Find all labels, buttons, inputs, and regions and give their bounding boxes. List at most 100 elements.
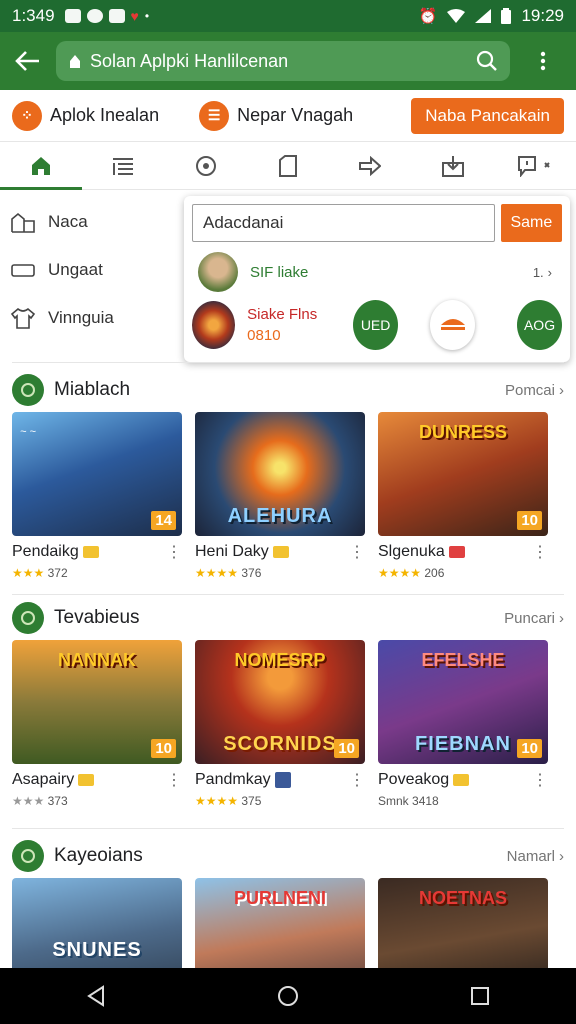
naba-button[interactable]: Naba Pancakain — [411, 97, 564, 134]
rating-count: 206 — [424, 566, 445, 580]
result-value: 1. — [532, 264, 544, 280]
game-art-title: SNUNES — [52, 939, 142, 961]
tab-list[interactable] — [82, 142, 164, 189]
more-vert-icon[interactable]: ⋮ — [532, 770, 548, 790]
tab-install[interactable] — [411, 142, 493, 189]
more-vert-icon[interactable]: ⋮ — [532, 542, 548, 562]
rating-count: 3418 — [412, 794, 439, 808]
popup-action-row: Siake Flns 0810 UED AOG — [192, 300, 563, 350]
drawer-item-naca[interactable]: Naca — [10, 198, 185, 246]
app-bar: Solan Aplpki Hanlilcenan — [0, 32, 576, 90]
rating-prefix: Smnk — [378, 794, 409, 808]
back-button[interactable] — [0, 32, 56, 90]
game-name: Asapairy — [12, 771, 75, 788]
aog-button[interactable]: AOG — [517, 300, 563, 350]
more-label: Namarl — [506, 847, 555, 865]
notification-icons: ♥ • — [64, 8, 149, 24]
game-card[interactable]: NOMESRP SCORNIDS 10 Pandmkay ⋮ ★★★★ 375 — [195, 640, 365, 808]
chip-aplok[interactable]: ⁘ Aplok Inealan — [12, 100, 160, 131]
image-icon — [108, 9, 125, 23]
game-card[interactable]: NANNAK 10 Asapairy ⋮ ★★★ 373 — [12, 640, 182, 808]
section-more-link[interactable]: Puncari › — [504, 610, 564, 627]
rating-count: 372 — [47, 566, 68, 580]
result-name: SIF liake — [250, 263, 309, 281]
game-card[interactable]: ALEHURA Heni Daky ⋮ ★★★★ 376 — [195, 412, 365, 580]
tab-home[interactable] — [0, 142, 83, 190]
search-icon[interactable] — [476, 50, 498, 72]
lock-icon — [68, 53, 82, 69]
section-logo-icon — [12, 840, 44, 872]
drawer-item-label: Vinnguia — [48, 308, 114, 327]
more-vert-icon[interactable]: ⋮ — [349, 542, 365, 562]
rating-count: 373 — [47, 794, 68, 808]
chip-aplok-label: Aplok Inealan — [50, 105, 160, 125]
drawer-menu: Naca Ungaat Vinnguia — [10, 198, 185, 342]
rating-stars: ★★★★ — [378, 566, 422, 580]
nav-recents-icon[interactable] — [470, 986, 490, 1006]
avatar — [198, 252, 238, 292]
tab-game[interactable] — [165, 142, 247, 189]
section-more-link[interactable]: Namarl › — [507, 848, 564, 865]
drawer-item-ungaat[interactable]: Ungaat — [10, 246, 185, 294]
rating-stars: ★★★★ — [195, 566, 239, 580]
system-nav-bar — [0, 968, 576, 1024]
tab-share[interactable] — [329, 142, 411, 189]
game-thumbnail: DUNRESS 10 — [378, 412, 548, 536]
logo-button[interactable] — [430, 300, 476, 350]
building-icon — [11, 212, 35, 233]
chevron-right-icon: › — [559, 609, 564, 627]
search-popup: Adacdanai Same SIF liake 1. › Siake Flns… — [184, 196, 570, 362]
tab-file[interactable] — [247, 142, 329, 189]
rating-stars: ★★★ — [12, 566, 45, 580]
tag-icon — [272, 546, 289, 558]
divider — [12, 594, 564, 595]
ued-button[interactable]: UED — [353, 300, 399, 350]
section-title: Miablach — [54, 379, 131, 400]
drawer-item-label: Naca — [48, 212, 88, 231]
more-vert-icon[interactable]: ⋮ — [166, 542, 182, 562]
game-art-title: NANNAK — [58, 650, 136, 670]
popup-search-field[interactable]: Adacdanai — [192, 204, 495, 242]
section-logo-icon — [12, 374, 44, 406]
overflow-menu-button[interactable] — [510, 51, 576, 71]
game-name: Pendaikg — [12, 543, 79, 560]
more-vert-icon[interactable]: ⋮ — [349, 770, 365, 790]
apps-icon: ⁘ — [12, 100, 42, 131]
chip-nepar-label: Nepar Vnagah — [237, 105, 354, 125]
nav-back-icon[interactable] — [86, 985, 106, 1007]
game-card[interactable]: EFELSHE FIEBNAN 10 Poveakog ⋮ Smnk 3418 — [378, 640, 548, 808]
status-time-left: 1:349 — [12, 6, 55, 25]
section-more-link[interactable]: Pomcai › — [505, 382, 564, 399]
game-card[interactable]: DUNRESS 10 Slgenuka ⋮ ★★★★ 206 — [378, 412, 548, 580]
chip-nepar[interactable]: ☰ Nepar Vnagah — [199, 100, 354, 131]
divider — [12, 828, 564, 829]
game-thumbnail: EFELSHE FIEBNAN 10 — [378, 640, 548, 764]
search-input[interactable]: Solan Aplpki Hanlilcenan — [56, 41, 510, 81]
game-name: Slgenuka — [378, 543, 445, 560]
file-icon — [278, 154, 297, 177]
battery-icon — [501, 8, 512, 24]
popup-same-button[interactable]: Same — [500, 204, 562, 242]
more-vert-icon — [540, 51, 546, 71]
share-icon — [359, 155, 382, 176]
popup-result-row[interactable]: SIF liake 1. › — [192, 252, 562, 292]
rating-count: 376 — [241, 566, 262, 580]
signal-icon — [475, 9, 492, 23]
category-chips: ⁘ Aplok Inealan ☰ Nepar Vnagah Naba Panc… — [0, 90, 576, 142]
more-vert-icon[interactable]: ⋮ — [166, 770, 182, 790]
game-logo-mark: ~ ~ — [20, 426, 36, 438]
tab-chat[interactable] — [494, 142, 576, 189]
nav-home-icon[interactable] — [277, 985, 299, 1007]
tag-icon — [448, 546, 465, 558]
rating-count: 375 — [241, 794, 262, 808]
game-thumbnail: ALEHURA — [195, 412, 365, 536]
drawer-item-vinnguia[interactable]: Vinnguia — [10, 294, 185, 342]
status-time-right: 19:29 — [521, 6, 564, 25]
search-text: Solan Aplpki Hanlilcenan — [90, 50, 289, 71]
wifi-icon — [447, 9, 466, 23]
action-value: 0810 — [247, 327, 281, 344]
heart-icon: ♥ — [130, 8, 139, 24]
game-card[interactable]: ~ ~ 14 Pendaikg ⋮ ★★★ 372 — [12, 412, 182, 580]
more-label: Puncari — [504, 609, 555, 627]
game-name: Heni Daky — [195, 543, 269, 560]
